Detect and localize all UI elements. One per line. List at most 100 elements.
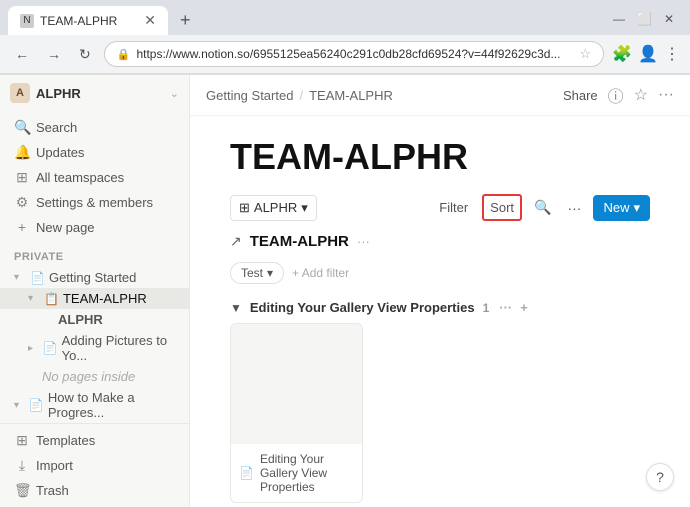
sidebar-header: A ALPHR ⌄: [0, 75, 189, 111]
import-icon: ⤓: [14, 457, 30, 474]
sidebar-templates-label: Templates: [36, 433, 95, 448]
share-button[interactable]: Share: [563, 88, 598, 103]
sidebar: A ALPHR ⌄ 🔍 Search 🔔 Updates ⊞ All teams…: [0, 75, 190, 507]
new-tab-button[interactable]: +: [172, 6, 199, 35]
lock-icon: 🔒: [117, 48, 131, 61]
newpage-icon: +: [14, 219, 30, 235]
minimize-button[interactable]: —: [613, 12, 625, 26]
new-button[interactable]: New ▾: [593, 195, 650, 221]
sidebar-nav: 🔍 Search 🔔 Updates ⊞ All teamspaces ⚙ Se…: [0, 111, 189, 243]
back-button[interactable]: ←: [10, 43, 34, 65]
db-header: ↗ TEAM-ALPHR ···: [230, 233, 650, 250]
sort-button[interactable]: Sort: [482, 194, 522, 221]
db-toolbar: ⊞ ALPHR ▾ Filter Sort 🔍 ··· New ▾: [230, 194, 650, 221]
help-circle-icon[interactable]: ⓘ: [608, 83, 624, 107]
page-title: TEAM-ALPHR: [230, 136, 650, 178]
more-options-icon[interactable]: ⋮: [664, 44, 680, 64]
star-icon[interactable]: ☆: [634, 85, 648, 105]
trash-icon: 🗑: [14, 482, 30, 499]
sidebar-newpage-label: New page: [36, 220, 95, 235]
sidebar-item-search[interactable]: 🔍 Search: [6, 115, 183, 140]
breadcrumb-part1: Getting Started: [206, 88, 293, 103]
more-icon[interactable]: ···: [658, 86, 674, 104]
tree-label-adding-pictures: Adding Pictures to Yo...: [62, 333, 181, 363]
tree-label-how-to-make: How to Make a Progres...: [48, 390, 181, 420]
settings-icon: ⚙: [14, 194, 30, 211]
profile-icon[interactable]: 👤: [638, 44, 658, 64]
nav-actions: 🧩 👤 ⋮: [612, 44, 680, 64]
db-view-label: ALPHR: [254, 200, 297, 215]
nav-bar: ← → ↻ 🔒 https://www.notion.so/6955125ea5…: [0, 35, 690, 74]
bookmark-icon[interactable]: ☆: [580, 46, 592, 62]
sidebar-item-settings[interactable]: ⚙ Settings & members: [6, 190, 183, 215]
sidebar-settings-label: Settings & members: [36, 195, 153, 210]
address-bar[interactable]: 🔒 https://www.notion.so/6955125ea56240c2…: [104, 41, 604, 67]
sidebar-item-trash[interactable]: 🗑 Trash: [6, 478, 183, 503]
close-button[interactable]: ✕: [664, 12, 674, 26]
filter-button[interactable]: Filter: [433, 196, 474, 219]
chevron-down-icon: ▾: [28, 293, 40, 304]
sidebar-item-templates[interactable]: ⊞ Templates: [6, 428, 183, 453]
templates-icon: ⊞: [14, 432, 30, 449]
sidebar-search-label: Search: [36, 120, 77, 135]
page-icon: 📄: [30, 271, 45, 285]
sidebar-tree: Private ▾ 📄 Getting Started ▾ 📋 TEAM-ALP…: [0, 243, 189, 423]
tree-item-team-alphr[interactable]: ▾ 📋 TEAM-ALPHR: [0, 288, 189, 309]
gallery-section-label: Editing Your Gallery View Properties: [250, 300, 475, 315]
filter-bar: Test ▾ + Add filter: [230, 258, 650, 288]
workspace-chevron-icon[interactable]: ⌄: [170, 87, 179, 100]
add-filter-button[interactable]: + Add filter: [292, 266, 349, 280]
active-tab[interactable]: N TEAM-ALPHR ✕: [8, 6, 168, 35]
main-content: Getting Started / TEAM-ALPHR Share ⓘ ☆ ·…: [190, 75, 690, 507]
workspace-name: ALPHR: [36, 86, 164, 101]
content-area: TEAM-ALPHR ⊞ ALPHR ▾ Filter Sort 🔍 ··· N…: [190, 116, 690, 507]
forward-button[interactable]: →: [42, 43, 66, 65]
more-options-button[interactable]: ···: [563, 196, 585, 220]
section-toggle-icon[interactable]: ▼: [230, 301, 242, 315]
db-more-button[interactable]: ···: [357, 234, 370, 249]
refresh-button[interactable]: ↻: [74, 43, 96, 66]
db-view-button[interactable]: ⊞ ALPHR ▾: [230, 195, 317, 221]
breadcrumb-separator: /: [299, 88, 303, 103]
extensions-icon[interactable]: 🧩: [612, 44, 632, 64]
page-icon: 📋: [44, 292, 59, 306]
tree-item-adding-pictures[interactable]: ▸ 📄 Adding Pictures to Yo...: [0, 330, 189, 366]
sidebar-item-updates[interactable]: 🔔 Updates: [6, 140, 183, 165]
tree-label-no-pages: No pages inside: [42, 369, 135, 384]
sidebar-item-teamspaces[interactable]: ⊞ All teamspaces: [6, 165, 183, 190]
tree-item-alphr[interactable]: ALPHR: [0, 309, 189, 330]
topbar: Getting Started / TEAM-ALPHR Share ⓘ ☆ ·…: [190, 75, 690, 116]
updates-icon: 🔔: [14, 144, 30, 161]
chevron-down-icon: ▾: [14, 272, 26, 283]
gallery-section-count: 1: [483, 301, 490, 315]
tree-item-how-to-make[interactable]: ▾ 📄 How to Make a Progres...: [0, 387, 189, 423]
browser-chrome: N TEAM-ALPHR ✕ + — ⬜ ✕ ← → ↻ 🔒 https://w…: [0, 0, 690, 75]
tab-favicon: N: [20, 14, 34, 28]
gallery-section: ▼ Editing Your Gallery View Properties 1…: [230, 300, 650, 507]
maximize-button[interactable]: ⬜: [637, 12, 652, 26]
sidebar-section-private: Private: [0, 243, 189, 267]
gallery-card[interactable]: 📄 Editing Your Gallery View Properties: [230, 323, 363, 503]
card-title: Editing Your Gallery View Properties: [260, 452, 354, 494]
search-button[interactable]: 🔍: [530, 195, 555, 220]
app: A ALPHR ⌄ 🔍 Search 🔔 Updates ⊞ All teams…: [0, 75, 690, 507]
help-button[interactable]: ?: [646, 463, 674, 491]
chevron-down-icon: ▾: [301, 200, 308, 216]
sidebar-item-newpage[interactable]: + New page: [6, 215, 183, 239]
filter-chip-chevron-icon: ▾: [267, 266, 273, 280]
sidebar-bottom: ⊞ Templates ⤓ Import 🗑 Trash: [0, 423, 189, 507]
topbar-actions: Share ⓘ ☆ ···: [563, 83, 674, 107]
breadcrumb-part2: TEAM-ALPHR: [309, 88, 393, 103]
tab-close-button[interactable]: ✕: [144, 12, 156, 29]
sidebar-item-import[interactable]: ⤓ Import: [6, 453, 183, 478]
card-image: [231, 324, 362, 444]
tree-item-getting-started[interactable]: ▾ 📄 Getting Started: [0, 267, 189, 288]
filter-chip-test[interactable]: Test ▾: [230, 262, 284, 284]
db-view-icon: ⊞: [239, 200, 250, 216]
tree-label-alphr: ALPHR: [58, 312, 103, 327]
tree-item-no-pages: No pages inside: [0, 366, 189, 387]
gallery-section-header: ▼ Editing Your Gallery View Properties 1…: [230, 300, 650, 315]
section-more-icon[interactable]: ···: [499, 300, 512, 315]
new-label: New: [603, 200, 629, 215]
section-plus-button[interactable]: +: [520, 300, 528, 315]
